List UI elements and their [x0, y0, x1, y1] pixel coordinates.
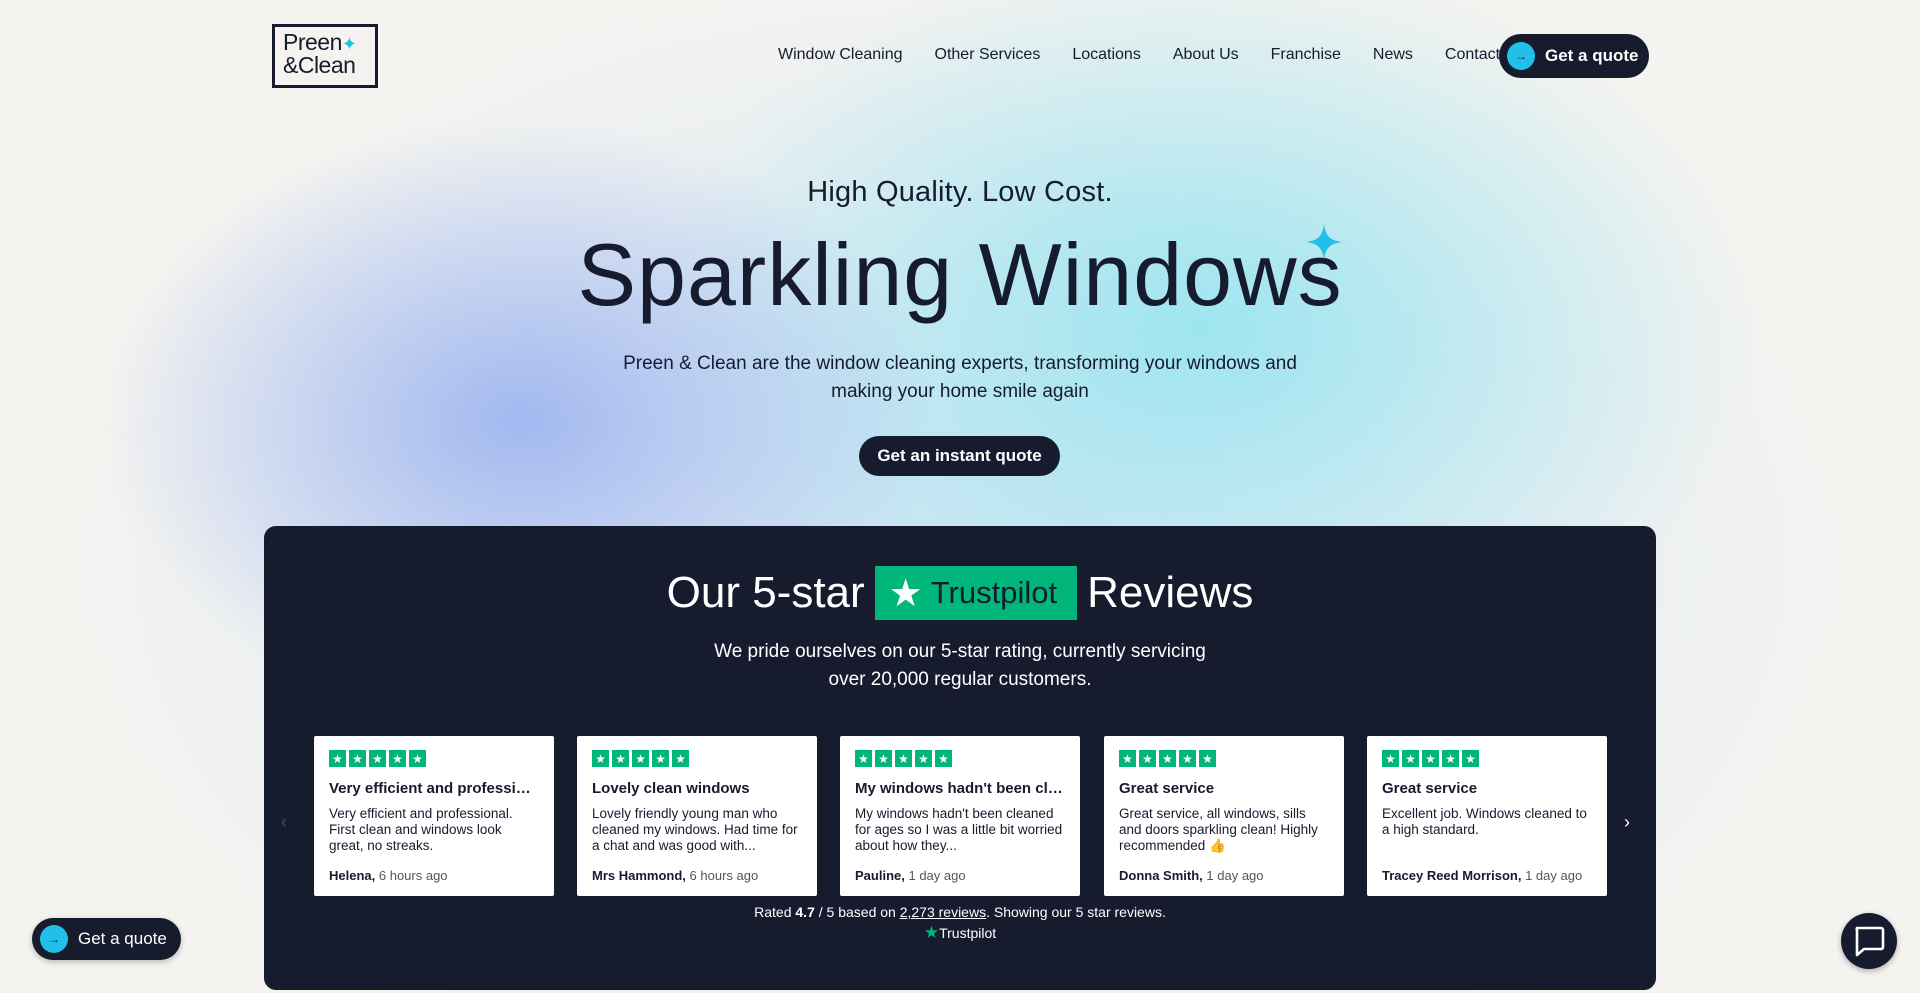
nav-locations[interactable]: Locations	[1072, 46, 1141, 64]
rating-summary: Rated 4.7 / 5 based on 2,273 reviews. Sh…	[754, 904, 1166, 920]
chat-button[interactable]	[1841, 913, 1897, 969]
site-header: Preen✦ &Clean Window Cleaning Other Serv…	[0, 0, 1920, 112]
review-title: Lovely clean windows	[592, 780, 750, 797]
review-meta: Donna Smith, 1 day ago	[1119, 868, 1264, 883]
main-nav: Window Cleaning Other Services Locations…	[778, 46, 1532, 64]
carousel-prev-icon[interactable]: ‹	[281, 812, 287, 833]
star-rating: ★ ★ ★ ★ ★	[855, 750, 1065, 767]
nav-window-cleaning[interactable]: Window Cleaning	[778, 46, 903, 64]
star-icon: ★	[888, 572, 923, 615]
review-body: Great service, all windows, sills and do…	[1119, 806, 1318, 853]
carousel-next-icon[interactable]: ›	[1624, 812, 1630, 833]
trustpilot-badge: ★ Trustpilot	[874, 566, 1078, 620]
review-card[interactable]: ★ ★ ★ ★ ★ Very efficient and professional Ve…	[314, 736, 554, 896]
header-quote-button[interactable]: → Get a quote	[1499, 34, 1649, 78]
hero-subtitle: Preen & Clean are the window cleaning ex…	[623, 353, 1297, 402]
star-icon: ★	[923, 923, 940, 942]
arrow-right-icon: →	[1507, 42, 1535, 70]
nav-news[interactable]: News	[1373, 46, 1413, 64]
trustpilot-logo[interactable]: ★Trustpilot	[264, 923, 1656, 943]
hero-kicker: High Quality. Low Cost.	[807, 176, 1113, 208]
review-meta: Tracey Reed Morrison, 1 day ago	[1382, 868, 1583, 883]
review-meta: Pauline, 1 day ago	[855, 868, 966, 883]
review-card[interactable]: ★ ★ ★ ★ ★ Great service Great service, all w…	[1104, 736, 1344, 896]
star-rating: ★ ★ ★ ★ ★	[592, 750, 802, 767]
review-meta: Mrs Hammond, 6 hours ago	[592, 868, 759, 883]
review-body: Excellent job. Windows cleaned to a high…	[1382, 806, 1587, 837]
nav-about-us[interactable]: About Us	[1173, 46, 1239, 64]
review-card[interactable]: ★★★★★ My windows hadn't been cleaned My …	[840, 736, 1080, 896]
star-rating: ★ ★ ★ ★ ★	[1119, 750, 1329, 767]
review-title: Great service	[1119, 780, 1215, 797]
review-body: My windows hadn't been cleaned for ages …	[855, 806, 1063, 853]
reviews-panel: Our 5-star ★ Trustpilot Reviews We pride…	[264, 526, 1656, 990]
logo[interactable]: Preen✦ &Clean	[272, 24, 378, 88]
star-rating: ★ ★ ★ ★ ★	[329, 750, 539, 767]
review-title: Great service	[1382, 780, 1478, 797]
review-body: Lovely friendly young man who cleaned my…	[592, 806, 798, 853]
instant-quote-button[interactable]: Get an instant quote	[859, 436, 1060, 476]
review-title: Very efficient and professional	[329, 780, 539, 797]
review-card[interactable]: ★ ★ ★ ★ ★ Lovely clean windows Lovely friend…	[577, 736, 817, 896]
hero-title: Sparkling Windows	[577, 225, 1343, 324]
review-meta: Helena, 6 hours ago	[329, 868, 448, 883]
nav-franchise[interactable]: Franchise	[1271, 46, 1341, 64]
nav-contact[interactable]: Contact	[1445, 46, 1500, 64]
star-rating: ★ ★ ★ ★ ★	[1382, 750, 1592, 767]
sparkle-icon: ✦	[341, 34, 357, 54]
review-body: Very efficient and professional. First c…	[329, 806, 513, 853]
arrow-right-icon: →	[40, 925, 68, 953]
reviews-subtitle: We pride ourselves on our 5-star rating,…	[714, 641, 1206, 690]
reviews-heading: Our 5-star ★ Trustpilot Reviews	[264, 566, 1656, 620]
review-card[interactable]: ★ ★ ★ ★ ★ Great service Excellent job. Windo…	[1367, 736, 1607, 896]
chat-icon	[1855, 926, 1885, 957]
floating-quote-button[interactable]: → Get a quote	[32, 918, 181, 960]
review-title: My windows hadn't been cleaned	[855, 780, 1065, 797]
nav-other-services[interactable]: Other Services	[935, 46, 1041, 64]
sparkle-icon	[1306, 224, 1342, 260]
review-count-link[interactable]: 2,273 reviews	[900, 904, 986, 920]
